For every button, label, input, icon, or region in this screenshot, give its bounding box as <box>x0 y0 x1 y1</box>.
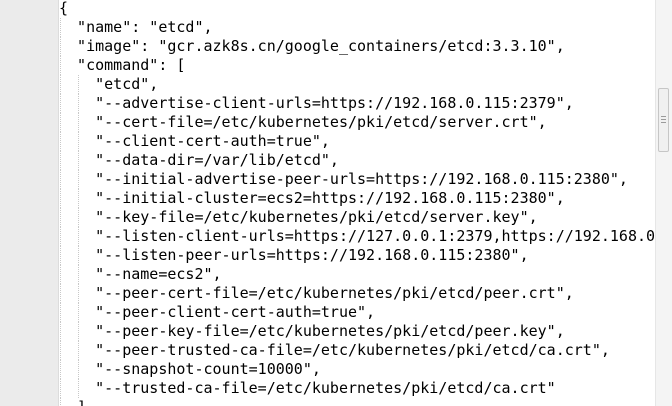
code-text: "command": [ <box>59 56 186 74</box>
code-text: "image": "gcr.azk8s.cn/google_containers… <box>59 37 565 55</box>
code-text: "etcd", <box>59 75 159 93</box>
vertical-scrollbar[interactable] <box>655 0 672 406</box>
code-text: "--trusted-ca-file=/etc/kubernetes/pki/e… <box>59 379 556 397</box>
code-lines: 40▾{41 "name": "etcd",42 "image": "gcr.a… <box>59 0 656 406</box>
line-number-gutter <box>0 0 59 406</box>
code-text: "--peer-client-cert-auth=true", <box>59 303 376 321</box>
code-text: "--peer-trusted-ca-file=/etc/kubernetes/… <box>59 341 610 359</box>
code-line[interactable]: 44 "etcd", <box>59 75 656 94</box>
code-line[interactable]: 43▾ "command": [ <box>59 56 656 75</box>
code-line[interactable]: 41 "name": "etcd", <box>59 18 656 37</box>
code-text: "name": "etcd", <box>59 18 213 36</box>
code-text: "--snapshot-count=10000", <box>59 360 321 378</box>
scrollbar-thumb[interactable] <box>658 88 669 152</box>
code-line[interactable]: 42 "image": "gcr.azk8s.cn/google_contain… <box>59 37 656 56</box>
code-line[interactable]: 58 "--peer-trusted-ca-file=/etc/kubernet… <box>59 341 656 360</box>
code-line[interactable]: 56 "--peer-client-cert-auth=true", <box>59 303 656 322</box>
code-text: "--name=ecs2", <box>59 265 222 283</box>
code-text: "--initial-cluster=ecs2=https://192.168.… <box>59 189 565 207</box>
code-line[interactable]: 57 "--peer-key-file=/etc/kubernetes/pki/… <box>59 322 656 341</box>
code-text: ], <box>59 398 95 406</box>
code-text: "--key-file=/etc/kubernetes/pki/etcd/ser… <box>59 208 538 226</box>
code-line[interactable]: 50 "--initial-cluster=ecs2=https://192.1… <box>59 189 656 208</box>
code-line[interactable]: 48 "--data-dir=/var/lib/etcd", <box>59 151 656 170</box>
code-text: "--listen-client-urls=https://127.0.0.1:… <box>59 227 656 245</box>
code-line[interactable]: 54 "--name=ecs2", <box>59 265 656 284</box>
code-text: { <box>59 0 69 17</box>
code-text: "--listen-peer-urls=https://192.168.0.11… <box>59 246 529 264</box>
code-line[interactable]: 51 "--key-file=/etc/kubernetes/pki/etcd/… <box>59 208 656 227</box>
code-line[interactable]: 52 "--listen-client-urls=https://127.0.0… <box>59 227 656 246</box>
code-line[interactable]: 46 "--cert-file=/etc/kubernetes/pki/etcd… <box>59 113 656 132</box>
code-line[interactable]: 60 "--trusted-ca-file=/etc/kubernetes/pk… <box>59 379 656 398</box>
code-line[interactable]: 47 "--client-cert-auth=true", <box>59 132 656 151</box>
code-area[interactable]: 40▾{41 "name": "etcd",42 "image": "gcr.a… <box>59 0 656 406</box>
code-text: "--peer-key-file=/etc/kubernetes/pki/etc… <box>59 322 565 340</box>
code-line[interactable]: 53 "--listen-peer-urls=https://192.168.0… <box>59 246 656 265</box>
code-line[interactable]: 40▾{ <box>59 0 656 18</box>
code-text: "--initial-advertise-peer-urls=https://1… <box>59 170 628 188</box>
code-text: "--advertise-client-urls=https://192.168… <box>59 94 574 112</box>
code-line[interactable]: 45 "--advertise-client-urls=https://192.… <box>59 94 656 113</box>
grip-line <box>661 119 666 120</box>
code-text: "--cert-file=/etc/kubernetes/pki/etcd/se… <box>59 113 547 131</box>
grip-line <box>661 116 666 117</box>
code-text: "--client-cert-auth=true", <box>59 132 330 150</box>
grip-line <box>661 122 666 123</box>
code-text: "--data-dir=/var/lib/etcd", <box>59 151 339 169</box>
code-line[interactable]: 61 ], <box>59 398 656 406</box>
code-editor[interactable]: 40▾{41 "name": "etcd",42 "image": "gcr.a… <box>0 0 672 406</box>
code-text: "--peer-cert-file=/etc/kubernetes/pki/et… <box>59 284 574 302</box>
code-line[interactable]: 49 "--initial-advertise-peer-urls=https:… <box>59 170 656 189</box>
code-line[interactable]: 55 "--peer-cert-file=/etc/kubernetes/pki… <box>59 284 656 303</box>
code-line[interactable]: 59 "--snapshot-count=10000", <box>59 360 656 379</box>
